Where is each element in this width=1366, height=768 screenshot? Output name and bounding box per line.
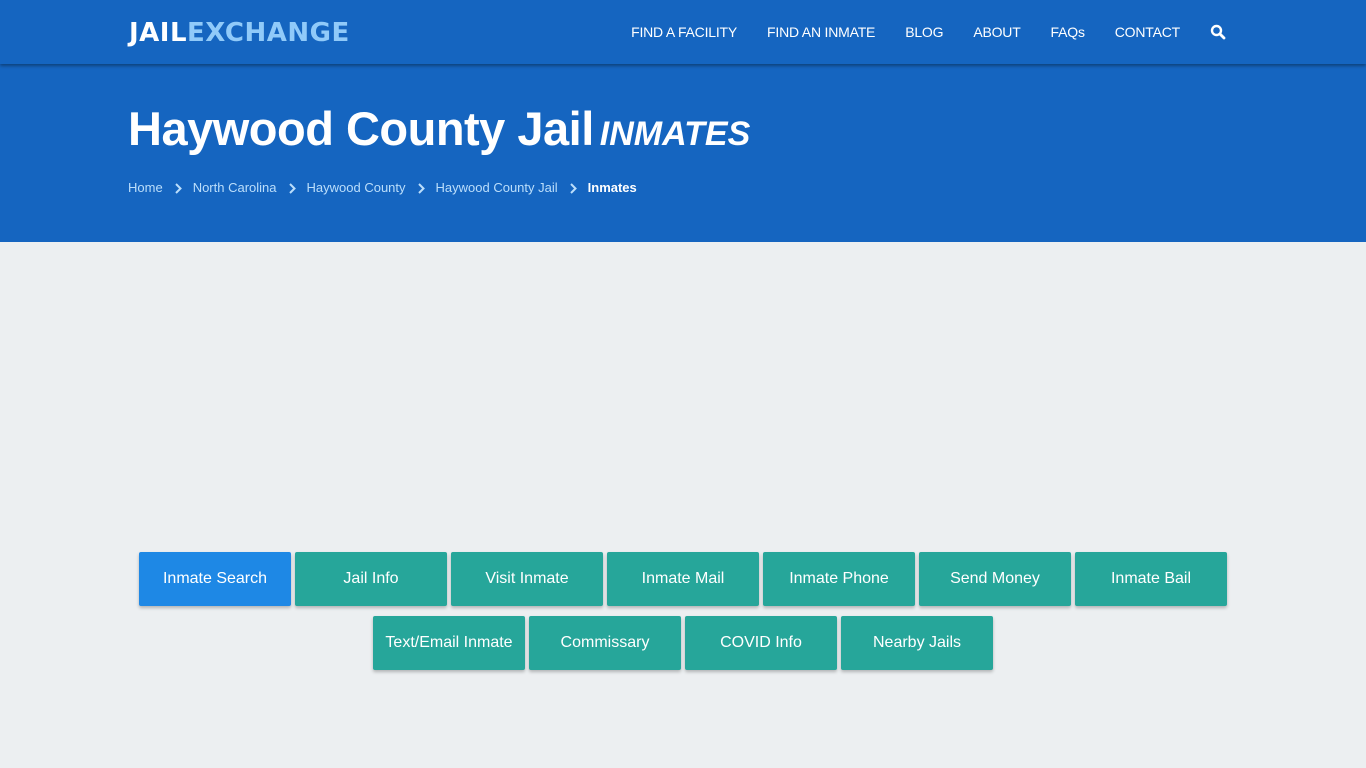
text-email-inmate-button[interactable]: Text/Email Inmate [373, 616, 525, 670]
chevron-right-icon [569, 182, 577, 194]
site-logo[interactable]: JAILEXCHANGE [129, 16, 350, 50]
main-nav: FIND A FACILITY FIND AN INMATE BLOG ABOU… [601, 0, 1226, 64]
chevron-right-icon [417, 182, 425, 194]
nearby-jails-button[interactable]: Nearby Jails [841, 616, 993, 670]
chevron-right-icon [288, 182, 296, 194]
breadcrumb-state[interactable]: North Carolina [193, 180, 277, 195]
nav-faqs[interactable]: FAQs [1051, 24, 1085, 40]
chevron-right-icon [174, 182, 182, 194]
breadcrumb-county[interactable]: Haywood County [307, 180, 406, 195]
inmate-search-button[interactable]: Inmate Search [139, 552, 291, 606]
hero-banner: Haywood County Jail INMATES Home North Ca… [0, 64, 1366, 242]
jail-info-button[interactable]: Jail Info [295, 552, 447, 606]
top-navbar: JAILEXCHANGE FIND A FACILITY FIND AN INM… [0, 0, 1366, 64]
facility-action-buttons: Inmate Search Jail Info Visit Inmate Inm… [137, 552, 1229, 670]
commissary-button[interactable]: Commissary [529, 616, 681, 670]
page-title: Haywood County Jail INMATES [128, 102, 750, 161]
page-title-sub: INMATES [599, 115, 751, 153]
breadcrumb-facility[interactable]: Haywood County Jail [436, 180, 558, 195]
covid-info-button[interactable]: COVID Info [685, 616, 837, 670]
nav-find-facility[interactable]: FIND A FACILITY [631, 24, 737, 40]
breadcrumb-home[interactable]: Home [128, 180, 163, 195]
page-title-main: Haywood County Jail [128, 102, 594, 155]
send-money-button[interactable]: Send Money [919, 552, 1071, 606]
nav-contact[interactable]: CONTACT [1115, 24, 1180, 40]
logo-text-exchange: EXCHANGE [187, 18, 350, 48]
visit-inmate-button[interactable]: Visit Inmate [451, 552, 603, 606]
inmate-phone-button[interactable]: Inmate Phone [763, 552, 915, 606]
search-icon[interactable] [1210, 24, 1226, 40]
nav-find-inmate[interactable]: FIND AN INMATE [767, 24, 875, 40]
inmate-mail-button[interactable]: Inmate Mail [607, 552, 759, 606]
logo-text-jail: JAIL [129, 18, 188, 48]
breadcrumb: Home North Carolina Haywood County Haywo… [128, 180, 637, 195]
breadcrumb-current: Inmates [587, 180, 637, 195]
inmate-bail-button[interactable]: Inmate Bail [1075, 552, 1227, 606]
nav-about[interactable]: ABOUT [973, 24, 1020, 40]
nav-blog[interactable]: BLOG [905, 24, 943, 40]
